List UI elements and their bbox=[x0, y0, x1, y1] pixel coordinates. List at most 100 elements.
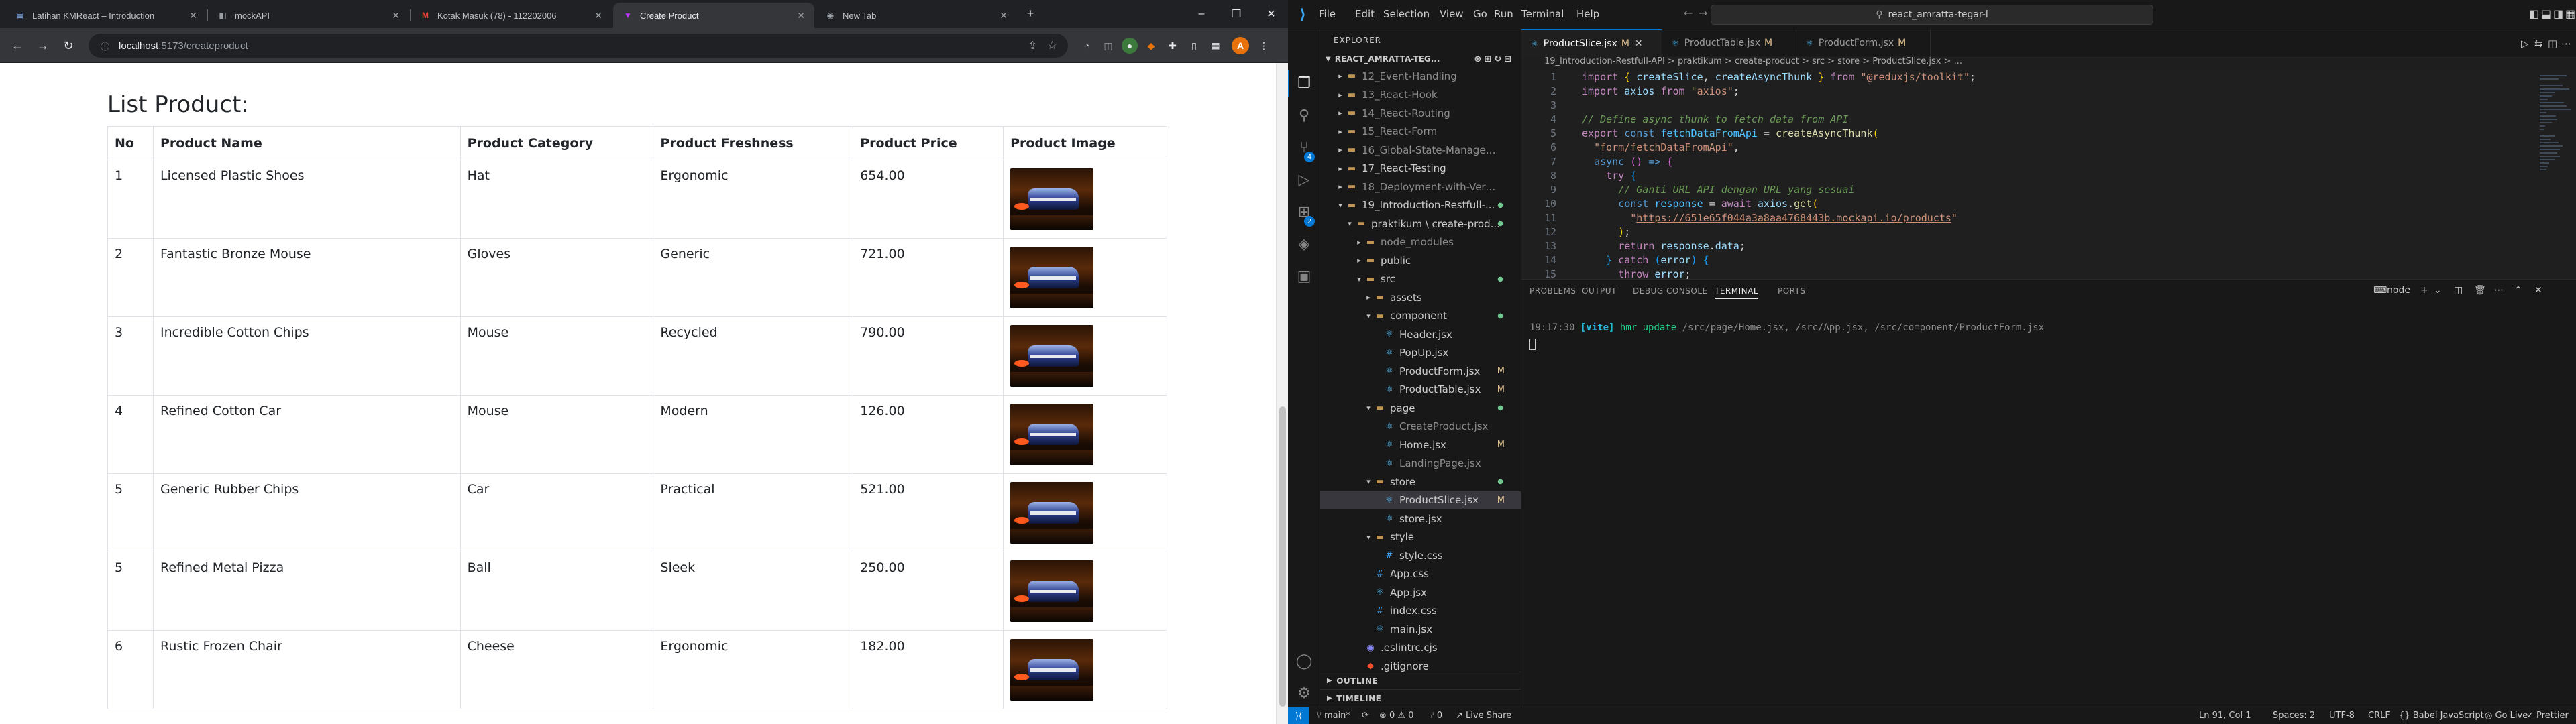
remote-explorer-icon[interactable]: ◈ bbox=[1293, 233, 1315, 255]
tree-folder[interactable]: ▸ ▬ 18_Deployment-with-Vercel bbox=[1320, 178, 1521, 196]
customize-layout-icon[interactable]: ▦ bbox=[2565, 7, 2575, 20]
terminal[interactable]: 19:17:30 [vite] hmr update /src/page/Hom… bbox=[1521, 306, 2576, 707]
editor-tab-producttable[interactable]: ⚛ ProductTable.jsx M bbox=[1662, 29, 1796, 56]
reading-list-icon[interactable]: ▦ bbox=[1208, 38, 1224, 54]
close-window-button[interactable]: ✕ bbox=[1256, 4, 1287, 24]
toggle-primary-sidebar-icon[interactable]: ◧ bbox=[2529, 7, 2539, 20]
menu-run[interactable]: Run bbox=[1494, 8, 1513, 20]
page-scrollbar-thumb[interactable] bbox=[1279, 406, 1286, 707]
tree-folder[interactable]: ▸ ▬ 13_React-Hook bbox=[1320, 86, 1521, 105]
docker-icon[interactable]: ▣ bbox=[1293, 265, 1315, 287]
editor-tab-productform[interactable]: ⚛ ProductForm.jsx M bbox=[1796, 29, 1931, 56]
close-tab-icon[interactable]: ✕ bbox=[189, 10, 197, 21]
tree-folder[interactable]: ▾ ▬ 19_Introduction-Restfull-... ● bbox=[1320, 196, 1521, 215]
tree-file[interactable]: ⚛ CreateProduct.jsx bbox=[1320, 418, 1521, 436]
tree-folder[interactable]: ▾ ▬ store ● bbox=[1320, 473, 1521, 491]
tree-file[interactable]: # index.css bbox=[1320, 602, 1521, 621]
tree-file[interactable]: ⚛ Home.jsx M bbox=[1320, 436, 1521, 455]
maximize-panel-icon[interactable]: ⌃ bbox=[2514, 285, 2522, 296]
tree-folder[interactable]: ▸ ▬ 16_Global-State-Management-... bbox=[1320, 141, 1521, 160]
code-editor[interactable]: 1 import { createSlice, createAsyncThunk … bbox=[1521, 71, 2576, 279]
maximize-button[interactable]: ❐ bbox=[1221, 4, 1252, 24]
tree-file[interactable]: ⚛ store.jsx bbox=[1320, 509, 1521, 528]
run-debug-icon[interactable]: ▷ bbox=[1293, 169, 1315, 190]
more-actions-icon[interactable]: ⋯ bbox=[2494, 285, 2504, 296]
nav-back-icon[interactable]: ← bbox=[1684, 7, 1693, 19]
breadcrumb[interactable]: 19_Introduction-Restfull-API > praktikum… bbox=[1521, 56, 2576, 71]
info-icon[interactable]: ⓘ bbox=[101, 40, 109, 52]
minimize-button[interactable]: – bbox=[1186, 4, 1217, 24]
tree-file[interactable]: ⚛ ProductTable.jsx M bbox=[1320, 381, 1521, 400]
explorer-project-root[interactable]: ▼ REACT_AMRATTA-TEG... ⊕⊞↻⊟ bbox=[1320, 51, 1521, 67]
tree-file[interactable]: ⚛ ProductSlice.jsx M bbox=[1320, 491, 1521, 509]
explorer-actions-icon[interactable]: ⊕⊞↻⊟ bbox=[1474, 54, 1514, 64]
close-tab-icon[interactable]: ✕ bbox=[1000, 10, 1008, 21]
new-tab-button[interactable]: + bbox=[1020, 3, 1041, 24]
cursor-position[interactable]: Ln 91, Col 1 bbox=[2199, 711, 2251, 721]
search-icon[interactable]: ⚲ bbox=[1293, 105, 1315, 126]
browser-tab-new-tab[interactable]: ◉ New Tab ✕ bbox=[816, 3, 1017, 28]
compare-icon[interactable]: ⇆ bbox=[2534, 38, 2543, 50]
menu-terminal[interactable]: Terminal bbox=[1521, 8, 1564, 20]
more-actions-icon[interactable]: ⋯ bbox=[2561, 38, 2571, 50]
prettier-button[interactable]: ✓ Prettier bbox=[2526, 711, 2569, 721]
encoding[interactable]: UTF-8 bbox=[2329, 711, 2355, 721]
profile-avatar[interactable]: A bbox=[1232, 37, 1249, 54]
close-tab-icon[interactable]: ✕ bbox=[797, 10, 805, 21]
reload-button[interactable]: ↻ bbox=[58, 35, 79, 56]
tree-folder[interactable]: ▾ ▬ style bbox=[1320, 528, 1521, 547]
tree-file[interactable]: ⚛ Header.jsx bbox=[1320, 325, 1521, 344]
explorer-icon[interactable]: ❐ bbox=[1293, 72, 1315, 94]
nav-forward-icon[interactable]: → bbox=[1699, 7, 1707, 19]
panel-tab-ports[interactable]: PORTS bbox=[1778, 286, 1806, 296]
address-bar[interactable]: ⓘ localhost:5173/createproduct ⇪ ☆ bbox=[89, 34, 1068, 58]
timeline-section[interactable]: ▶ TIMELINE bbox=[1320, 689, 1521, 707]
toggle-panel-icon[interactable]: ⬓ bbox=[2541, 7, 2551, 20]
manage-gear-icon[interactable]: ⚙ bbox=[1293, 682, 1315, 704]
editor-tab-productslice[interactable]: ⚛ ProductSlice.jsx M ✕ bbox=[1521, 29, 1662, 56]
panel-tab-debug-console[interactable]: DEBUG CONSOLE bbox=[1633, 286, 1708, 296]
run-icon[interactable]: ▷ bbox=[2521, 38, 2529, 50]
remote-indicator-icon[interactable]: ⟩⟨ bbox=[1288, 707, 1309, 724]
browser-tab-create-product[interactable]: ▼ Create Product ✕ bbox=[613, 3, 814, 28]
panel-tab-problems[interactable]: PROBLEMS bbox=[1529, 286, 1576, 296]
indentation[interactable]: Spaces: 2 bbox=[2273, 711, 2315, 721]
back-button[interactable]: ← bbox=[7, 35, 28, 56]
close-tab-icon[interactable]: ✕ bbox=[594, 10, 602, 21]
go-live-button[interactable]: ◎ Go Live bbox=[2485, 711, 2528, 721]
menu-file[interactable]: File bbox=[1319, 8, 1336, 20]
close-tab-icon[interactable]: ✕ bbox=[1635, 38, 1643, 49]
live-share-button[interactable]: ↗ Live Share bbox=[1456, 711, 1511, 721]
browser-tab-latihan[interactable]: ▤ Latihan KMReact – Introduction ✕ bbox=[5, 3, 207, 28]
tree-file[interactable]: ⚛ App.jsx bbox=[1320, 583, 1521, 602]
tree-folder[interactable]: ▸ ▬ public bbox=[1320, 251, 1521, 270]
tree-folder[interactable]: ▸ ▬ node_modules bbox=[1320, 233, 1521, 252]
tree-folder[interactable]: ▸ ▬ 14_React-Routing bbox=[1320, 104, 1521, 123]
extension-green-icon[interactable]: ● bbox=[1122, 38, 1138, 54]
tree-file[interactable]: ⚛ ProductForm.jsx M bbox=[1320, 362, 1521, 381]
command-center-search[interactable]: ⚲ react_amratta-tegar-l bbox=[1711, 5, 2153, 25]
language-mode[interactable]: {} Babel JavaScript bbox=[2399, 711, 2484, 721]
tree-file[interactable]: ⚛ LandingPage.jsx bbox=[1320, 455, 1521, 473]
extension-incognito-icon[interactable]: ◔ bbox=[1079, 38, 1095, 54]
browser-menu-icon[interactable]: ⋮ bbox=[1256, 38, 1272, 54]
tree-folder[interactable]: ▸ ▬ 12_Event-Handling bbox=[1320, 67, 1521, 86]
split-terminal-icon[interactable]: ◫ bbox=[2454, 285, 2463, 296]
tree-file[interactable]: # style.css bbox=[1320, 546, 1521, 565]
side-panel-icon[interactable]: ▯ bbox=[1186, 38, 1202, 54]
extensions-puzzle-icon[interactable]: ✚ bbox=[1165, 38, 1181, 54]
tree-file[interactable]: ◉ .eslintrc.cjs bbox=[1320, 639, 1521, 658]
tree-file[interactable]: ⚛ main.jsx bbox=[1320, 620, 1521, 639]
terminal-shell-label[interactable]: node bbox=[2387, 285, 2410, 296]
split-editor-icon[interactable]: ◫ bbox=[2548, 38, 2557, 50]
problems-indicator[interactable]: ⊗ 0 ⚠ 0 bbox=[1379, 711, 1414, 721]
trash-icon[interactable]: 🗑 bbox=[2474, 285, 2486, 296]
minimap[interactable] bbox=[2536, 71, 2576, 279]
sync-icon[interactable]: ⟳ bbox=[1362, 711, 1369, 721]
ports-indicator[interactable]: ⑂ 0 bbox=[1429, 711, 1442, 721]
toggle-secondary-sidebar-icon[interactable]: ◨ bbox=[2553, 7, 2563, 20]
line-ending[interactable]: CRLF bbox=[2368, 711, 2390, 721]
tree-folder[interactable]: ▾ ▬ page ● bbox=[1320, 399, 1521, 418]
browser-tab-gmail[interactable]: M Kotak Masuk (78) - 112202006 ✕ bbox=[411, 3, 612, 28]
tree-folder[interactable]: ▸ ▬ assets bbox=[1320, 288, 1521, 307]
